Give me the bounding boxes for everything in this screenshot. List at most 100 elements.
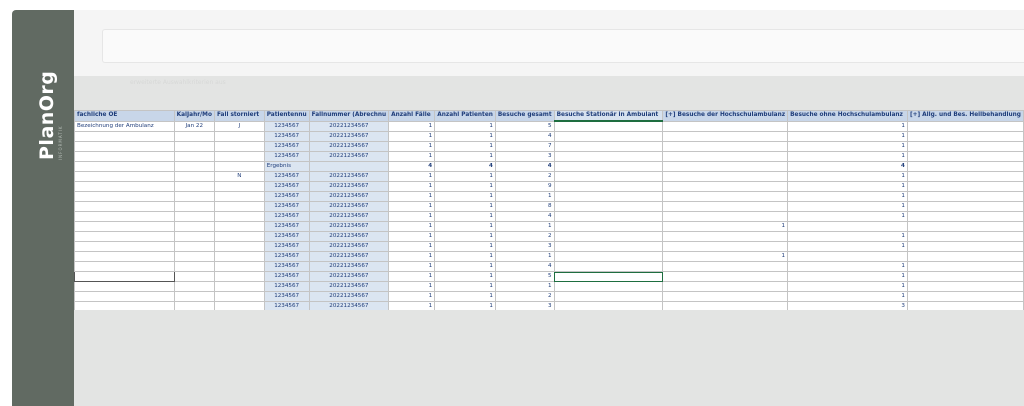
table-cell[interactable]: 1 <box>787 231 908 242</box>
table-cell[interactable]: 1 <box>434 191 496 202</box>
table-cell[interactable] <box>173 251 215 262</box>
table-cell[interactable]: 1 <box>434 131 496 142</box>
table-cell[interactable]: 20221234567 <box>308 291 390 302</box>
table-cell[interactable] <box>662 241 789 252</box>
table-cell[interactable] <box>213 291 265 302</box>
table-cell[interactable]: 1234567 <box>263 171 310 182</box>
table-cell[interactable]: 1234567 <box>263 221 310 232</box>
table-cell[interactable]: 1 <box>388 261 436 272</box>
column-header[interactable]: [+] Besuche der Hochschulambulanz <box>662 110 789 122</box>
table-cell[interactable] <box>173 151 215 162</box>
table-cell[interactable] <box>906 221 1024 232</box>
table-cell[interactable] <box>906 291 1024 302</box>
table-cell[interactable] <box>553 151 664 162</box>
table-cell[interactable]: 5 <box>494 271 555 282</box>
table-cell[interactable]: 1234567 <box>263 120 310 132</box>
column-header[interactable]: Besuche ohne Hochschulambulanz <box>787 110 908 122</box>
table-cell[interactable] <box>906 241 1024 252</box>
table-cell[interactable]: 20221234567 <box>308 120 390 132</box>
table-cell[interactable]: 20221234567 <box>308 301 390 310</box>
table-cell[interactable] <box>213 281 265 292</box>
table-cell[interactable] <box>173 301 215 310</box>
table-cell[interactable] <box>74 141 175 152</box>
table-cell[interactable] <box>553 181 664 192</box>
table-cell[interactable] <box>74 201 175 212</box>
table-cell[interactable]: 1 <box>494 251 555 262</box>
table-cell[interactable]: 1 <box>434 171 496 182</box>
table-cell[interactable]: 3 <box>494 301 555 310</box>
table-cell[interactable]: 1 <box>434 201 496 212</box>
column-header[interactable]: Patientennu <box>263 110 310 122</box>
table-cell[interactable]: 1 <box>388 151 436 162</box>
table-cell[interactable]: 2 <box>494 231 555 242</box>
table-cell[interactable] <box>213 221 265 232</box>
table-cell[interactable] <box>213 191 265 202</box>
table-cell[interactable] <box>173 231 215 242</box>
table-cell[interactable]: 1234567 <box>263 201 310 212</box>
table-cell[interactable] <box>906 161 1024 172</box>
table-cell[interactable]: 1 <box>388 201 436 212</box>
table-cell[interactable] <box>553 241 664 252</box>
table-cell[interactable]: Ergebnis <box>263 161 310 172</box>
table-cell[interactable]: 20221234567 <box>308 251 390 262</box>
table-cell[interactable] <box>906 171 1024 182</box>
table-cell[interactable] <box>662 231 789 242</box>
table-cell[interactable] <box>173 281 215 292</box>
table-cell[interactable]: 1 <box>434 141 496 152</box>
planorg-logo[interactable]: PlanOrg <box>36 71 58 160</box>
table-cell[interactable]: 1 <box>787 271 908 282</box>
table-cell[interactable]: 4 <box>494 211 555 222</box>
table-cell[interactable]: 20221234567 <box>308 261 390 272</box>
column-header[interactable]: Anzahl Fälle <box>388 110 436 122</box>
column-header[interactable]: fachliche OE <box>74 110 175 122</box>
table-cell[interactable] <box>906 191 1024 202</box>
table-cell[interactable]: 1 <box>434 291 496 302</box>
table-cell[interactable]: 1234567 <box>263 301 310 310</box>
table-cell[interactable]: 20221234567 <box>308 231 390 242</box>
table-cell[interactable] <box>553 301 664 310</box>
table-cell[interactable]: 1 <box>388 301 436 310</box>
table-cell[interactable]: 1 <box>388 191 436 202</box>
column-header[interactable]: Anzahl Patienten <box>434 110 496 122</box>
table-cell[interactable] <box>173 181 215 192</box>
table-cell[interactable]: Jan 22 <box>173 120 215 132</box>
table-cell[interactable]: 20221234567 <box>308 241 390 252</box>
table-cell[interactable]: J <box>213 120 265 132</box>
table-cell[interactable]: 1234567 <box>263 261 310 272</box>
table-cell[interactable]: 3 <box>494 151 555 162</box>
table-cell[interactable] <box>906 120 1024 132</box>
table-cell[interactable]: 1 <box>787 291 908 302</box>
table-cell[interactable]: 1 <box>662 221 789 232</box>
table-cell[interactable]: 1 <box>434 261 496 272</box>
table-cell[interactable]: 4 <box>494 161 555 172</box>
table-cell[interactable]: 1 <box>787 191 908 202</box>
table-cell[interactable]: 1 <box>787 120 908 132</box>
table-cell[interactable]: 1 <box>388 181 436 192</box>
table-cell[interactable] <box>662 161 789 172</box>
table-cell[interactable]: 1234567 <box>263 141 310 152</box>
table-cell[interactable] <box>74 251 175 262</box>
table-cell[interactable]: 1 <box>388 241 436 252</box>
table-cell[interactable] <box>173 191 215 202</box>
table-cell[interactable] <box>213 161 265 172</box>
table-cell[interactable]: 1 <box>787 281 908 292</box>
table-cell[interactable] <box>173 291 215 302</box>
column-header[interactable]: Besuche gesamt <box>494 110 555 122</box>
table-cell[interactable]: 1234567 <box>263 271 310 282</box>
table-cell[interactable]: 1 <box>787 181 908 192</box>
table-cell[interactable]: 1 <box>787 171 908 182</box>
table-cell[interactable]: 1 <box>787 241 908 252</box>
table-cell[interactable]: 20221234567 <box>308 131 390 142</box>
table-cell[interactable]: 1 <box>388 271 436 282</box>
table-cell[interactable] <box>213 241 265 252</box>
table-cell[interactable]: 1 <box>787 261 908 272</box>
table-cell[interactable] <box>173 271 215 282</box>
table-cell[interactable]: 5 <box>494 120 555 132</box>
table-cell[interactable]: 1234567 <box>263 131 310 142</box>
table-cell[interactable]: 1 <box>434 241 496 252</box>
table-cell[interactable]: 1 <box>787 211 908 222</box>
table-cell[interactable] <box>213 251 265 262</box>
table-cell[interactable]: 1234567 <box>263 281 310 292</box>
column-header[interactable]: Fallnummer (Abrechnu <box>308 110 390 122</box>
table-cell[interactable] <box>906 211 1024 222</box>
